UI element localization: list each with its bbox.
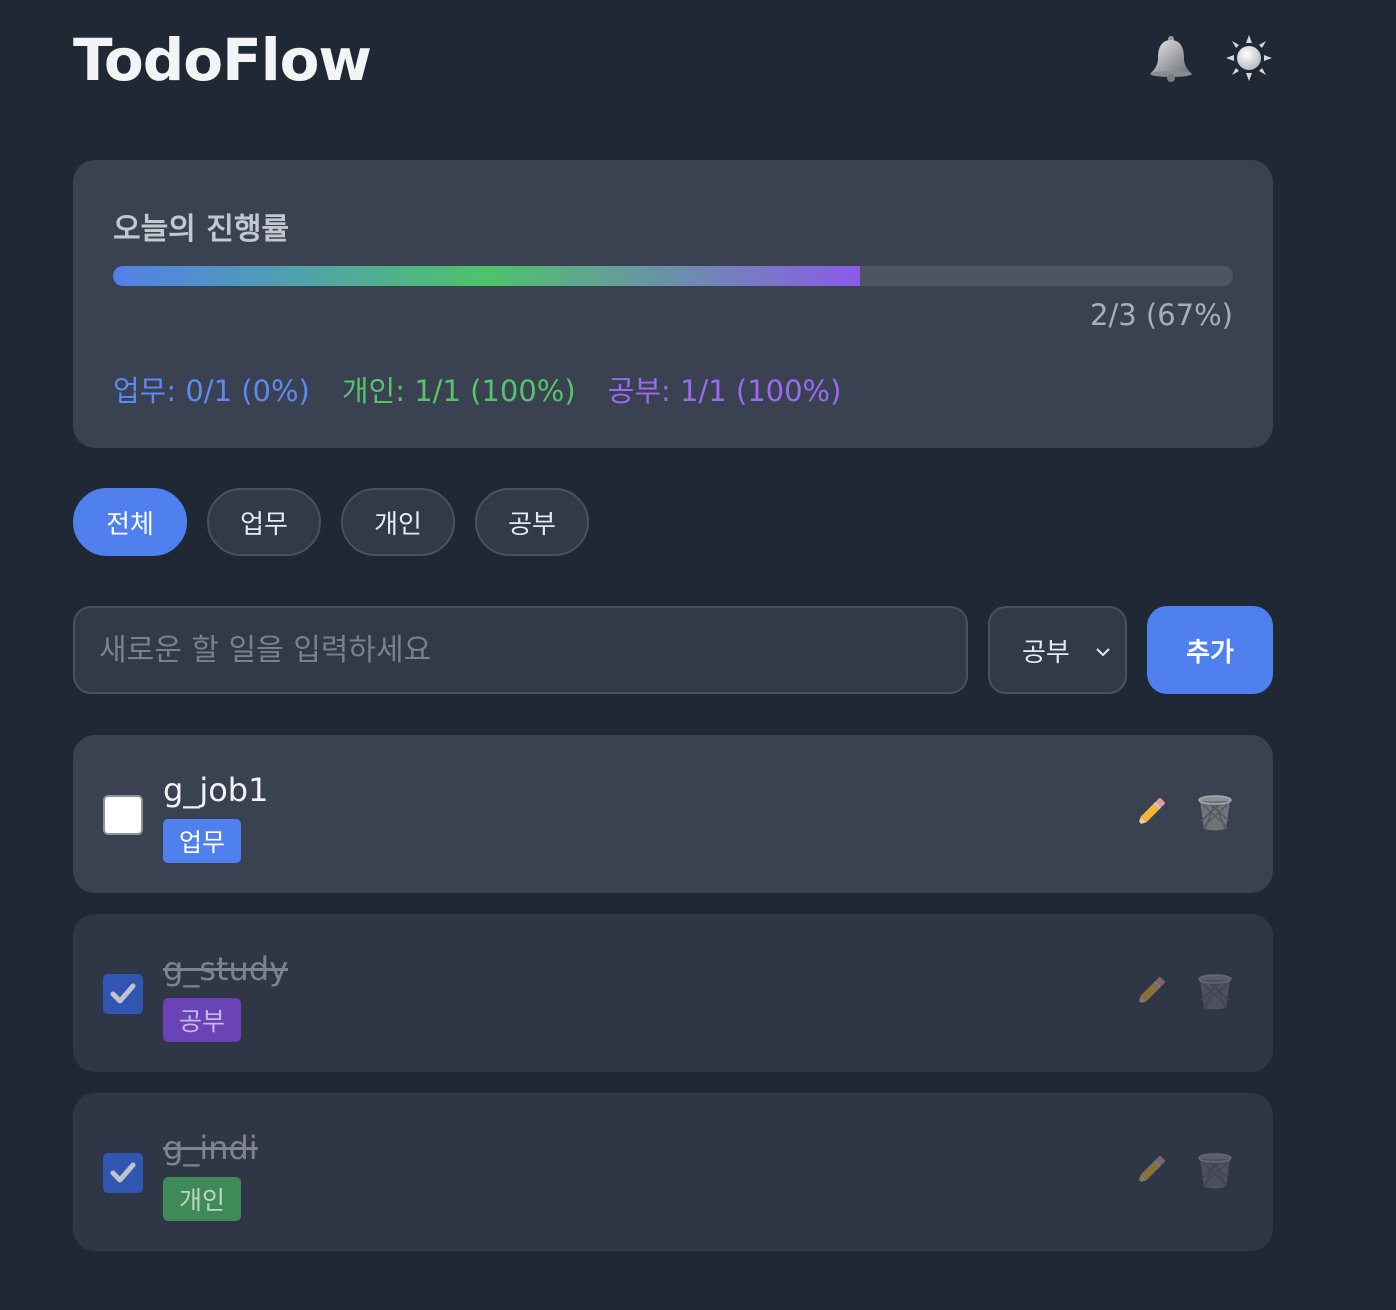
trash-icon: [1198, 1153, 1232, 1189]
delete-button[interactable]: [1193, 791, 1237, 835]
category-select-value: 공부: [1022, 637, 1070, 668]
task-category-tag: 개인: [163, 1177, 242, 1221]
category-filters: 전체 업무 개인 공부: [73, 488, 589, 556]
checkmark-icon: [110, 1162, 136, 1183]
task-text: g_indi: [163, 1129, 258, 1167]
app-title: TodoFlow: [73, 26, 372, 94]
task-text: g_job1: [163, 771, 269, 809]
new-task-input[interactable]: [73, 606, 968, 694]
progress-card: 오늘의 진행률 2/3 (67%) 업무: 0/1 (0%) 개인: 1/1 (…: [73, 160, 1273, 448]
task-checkbox[interactable]: [103, 1153, 143, 1193]
delete-button[interactable]: [1193, 970, 1237, 1014]
stat-work: 업무: 0/1 (0%): [113, 374, 310, 408]
filter-personal[interactable]: 개인: [341, 488, 455, 556]
trash-icon: [1198, 974, 1232, 1010]
task-category-tag: 업무: [163, 819, 242, 863]
stat-personal: 개인: 1/1 (100%): [341, 374, 576, 408]
progress-bar-fill: [113, 266, 860, 286]
edit-button[interactable]: [1128, 970, 1172, 1014]
filter-work[interactable]: 업무: [207, 488, 321, 556]
sun-icon: [1226, 35, 1272, 81]
add-task-form: 공부 추가: [73, 606, 1273, 694]
chevron-down-icon: [1096, 648, 1110, 657]
delete-button[interactable]: [1193, 1149, 1237, 1193]
trash-icon: [1198, 795, 1232, 831]
category-stats: 업무: 0/1 (0%) 개인: 1/1 (100%) 공부: 1/1 (100…: [113, 368, 841, 410]
task-category-tag: 공부: [163, 998, 242, 1042]
bell-icon: [1150, 36, 1192, 82]
task-checkbox[interactable]: [103, 795, 143, 835]
task-item: g_indi 개인: [73, 1093, 1273, 1251]
progress-title: 오늘의 진행률: [113, 212, 290, 247]
progress-label: 2/3 (67%): [1090, 298, 1233, 332]
task-item: g_job1 업무: [73, 735, 1273, 893]
pencil-icon: [1137, 977, 1165, 1005]
task-checkbox[interactable]: [103, 974, 143, 1014]
checkmark-icon: [110, 983, 136, 1004]
filter-all[interactable]: 전체: [73, 488, 187, 556]
stat-study: 공부: 1/1 (100%): [607, 374, 842, 408]
task-text: g_study: [163, 950, 289, 988]
pencil-icon: [1137, 798, 1165, 826]
task-item: g_study 공부: [73, 914, 1273, 1072]
category-select[interactable]: 공부: [988, 606, 1127, 694]
add-button[interactable]: 추가: [1147, 606, 1273, 694]
theme-toggle-button[interactable]: [1221, 30, 1277, 86]
app-header: TodoFlow: [73, 24, 1273, 96]
edit-button[interactable]: [1128, 1149, 1172, 1193]
pencil-icon: [1137, 1156, 1165, 1184]
filter-study[interactable]: 공부: [475, 488, 589, 556]
progress-bar: [113, 266, 1233, 286]
notifications-button[interactable]: [1143, 30, 1199, 86]
edit-button[interactable]: [1128, 791, 1172, 835]
